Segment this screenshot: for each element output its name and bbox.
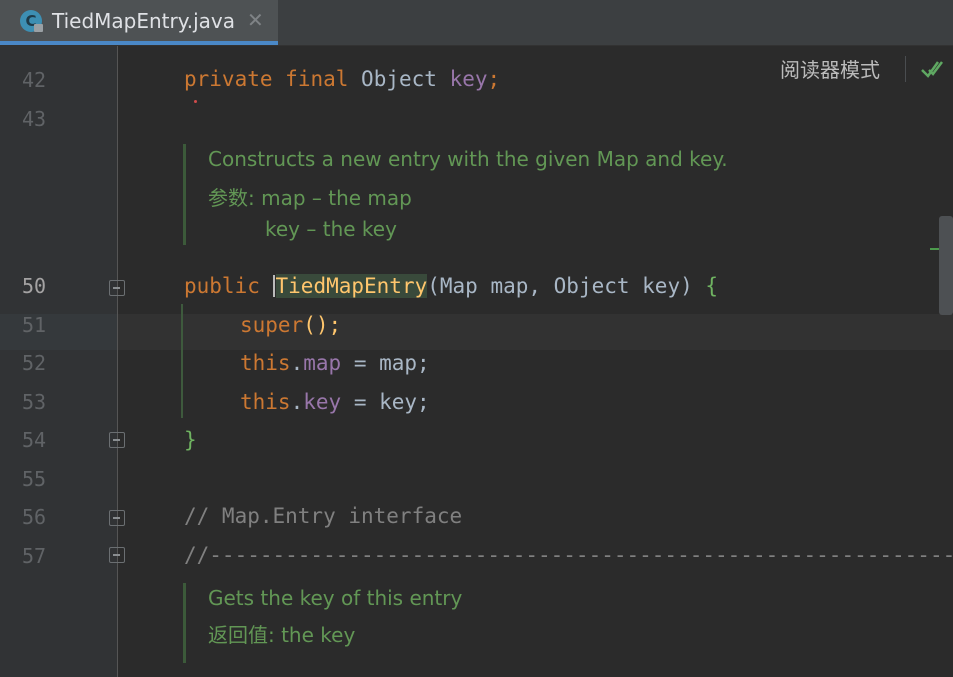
code-line-52: this.map = map; — [240, 350, 430, 376]
field-name: key — [303, 390, 342, 414]
constructor-name[interactable]: TiedMapEntry — [275, 274, 428, 298]
line-number: 53 — [22, 390, 47, 414]
call-parens: (); — [303, 313, 342, 337]
field-name: map — [303, 351, 342, 375]
toolbar-separator — [905, 56, 906, 82]
param-list: (Map map, Object key) — [427, 274, 693, 298]
dot: . — [290, 390, 304, 414]
double-check-icon[interactable] — [920, 58, 944, 80]
lock-icon — [34, 24, 43, 32]
code-line-51: super(); — [240, 312, 341, 338]
line-number: 42 — [22, 68, 47, 92]
line-number: 52 — [22, 351, 47, 375]
line-number: 51 — [22, 313, 47, 337]
vertical-scrollbar[interactable] — [939, 216, 953, 315]
open-brace: { — [705, 274, 719, 298]
doc-param-key: key – the key — [265, 217, 397, 241]
close-icon[interactable]: ✕ — [247, 7, 264, 33]
assignment: = map; — [341, 351, 430, 375]
keyword: super — [240, 313, 304, 337]
semicolon: ; — [487, 67, 501, 91]
dot: . — [290, 351, 304, 375]
code-line-53: this.key = key; — [240, 389, 430, 415]
doc-return: 返回值: the key — [208, 623, 356, 647]
field-name: key — [449, 67, 488, 91]
doc-description: Gets the key of this entry — [208, 586, 463, 610]
javadoc-constructor: Constructs a new entry with the given Ma… — [183, 144, 728, 245]
tab-title: TiedMapEntry.java — [52, 9, 235, 33]
reader-mode-button[interactable]: 阅读器模式 — [780, 58, 880, 82]
type-name: Object — [361, 67, 437, 91]
error-marker-icon — [194, 100, 197, 103]
line-number-current: 50 — [22, 274, 47, 298]
keyword: final — [285, 67, 349, 91]
line-number: 56 — [22, 505, 47, 529]
close-brace: } — [184, 428, 197, 452]
keyword: this — [240, 351, 291, 375]
line-number: 43 — [22, 107, 47, 131]
keyword: private — [184, 67, 273, 91]
line-number: 54 — [22, 428, 47, 452]
keyword: this — [240, 390, 291, 414]
line-number: 57 — [22, 544, 47, 568]
doc-description: Constructs a new entry with the given Ma… — [208, 147, 728, 171]
line-number: 55 — [22, 467, 47, 491]
tab-tiedmapentry-java[interactable]: C TiedMapEntry.java ✕ — [0, 0, 278, 45]
javadoc-getkey: Gets the key of this entry 返回值: the key — [183, 583, 462, 663]
indent-guide — [181, 304, 183, 418]
doc-param-map: 参数: map – the map — [208, 186, 412, 210]
code-line-50: public TiedMapEntry(Map map, Object key)… — [184, 273, 718, 299]
comment-line-57: //--------------------------------------… — [184, 543, 953, 567]
comment-line-56: // Map.Entry interface — [184, 504, 463, 528]
text-caret — [272, 275, 275, 297]
editor-tab-bar: C TiedMapEntry.java ✕ — [0, 0, 953, 46]
assignment: = key; — [341, 390, 430, 414]
code-line-42: private final Object key; — [184, 66, 500, 92]
keyword: public — [184, 274, 260, 298]
